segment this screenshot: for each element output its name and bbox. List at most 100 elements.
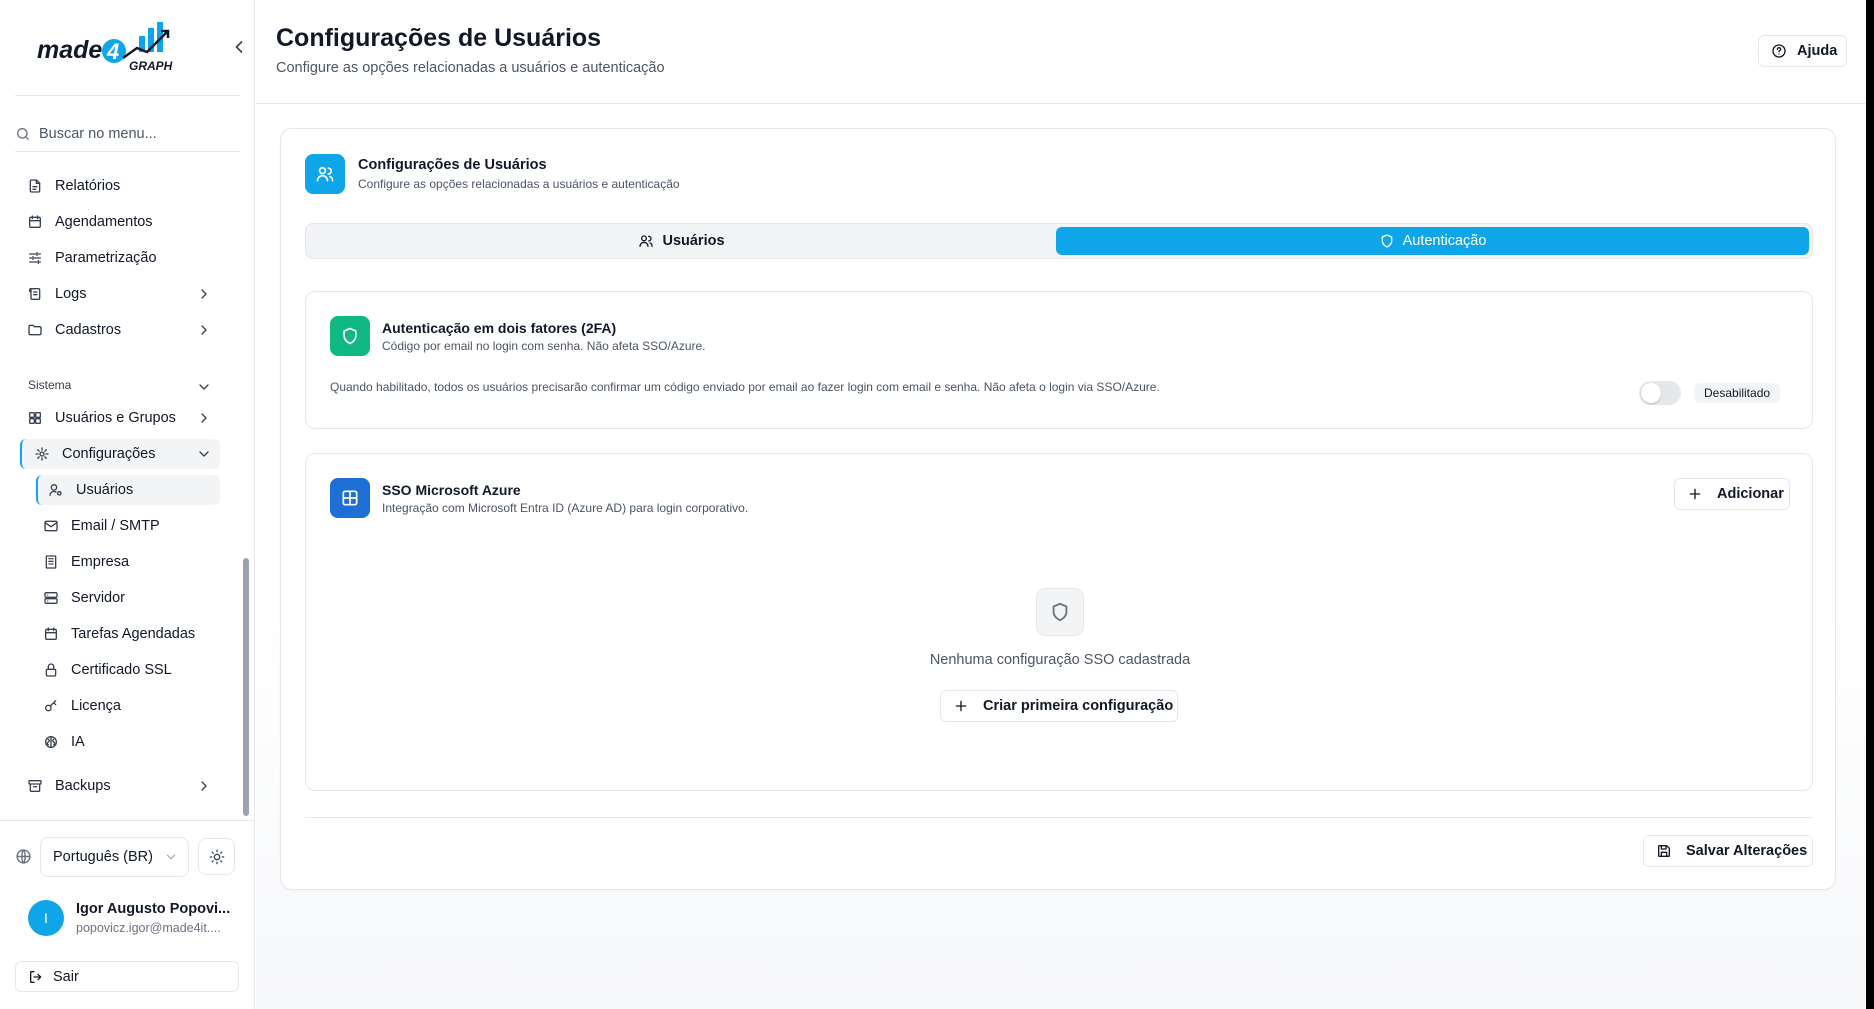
tab-label: Usuários — [662, 233, 725, 249]
shield-icon — [330, 316, 370, 356]
nav-item-ia[interactable]: IA — [36, 727, 220, 757]
nav-item-label: Relatórios — [55, 178, 121, 194]
nav-item-email-smtp[interactable]: Email / SMTP — [36, 511, 220, 541]
building-icon — [43, 554, 59, 570]
brain-icon — [43, 734, 59, 750]
logo-area: made 4 GRAPH — [15, 0, 243, 96]
nav-item-label: Usuários — [76, 482, 134, 498]
add-sso-button[interactable]: Adicionar — [1674, 478, 1790, 510]
collapse-sidebar-icon[interactable] — [229, 37, 249, 57]
nav-item-usuarios-grupos[interactable]: Usuários e Grupos — [20, 403, 220, 433]
archive-icon — [27, 778, 43, 794]
create-first-config-button[interactable]: Criar primeira configuração — [940, 690, 1178, 722]
globe-icon — [15, 848, 32, 865]
divider — [305, 817, 1813, 818]
gear-icon — [34, 446, 50, 462]
nav-item-label: Agendamentos — [55, 214, 153, 230]
empty-state-text: Nenhuma configuração SSO cadastrada — [929, 652, 1191, 668]
nav-item-label: Configurações — [62, 446, 156, 462]
nav-item-empresa[interactable]: Empresa — [36, 547, 220, 577]
mail-icon — [43, 518, 59, 534]
nav-item-config-usuarios[interactable]: Usuários — [36, 475, 220, 505]
sso-section: SSO Microsoft Azure Integração com Micro… — [305, 453, 1813, 791]
twofa-note: Quando habilitado, todos os usuários pre… — [330, 380, 1160, 394]
chevron-right-icon — [196, 410, 212, 426]
shield-icon — [1379, 233, 1395, 249]
search-icon — [15, 126, 31, 142]
add-sso-label: Adicionar — [1717, 486, 1784, 502]
twofa-title: Autenticação em dois fatores (2FA) — [382, 320, 617, 336]
nav-item-label: Licença — [71, 698, 121, 714]
user-email: popovicz.igor@made4it.... — [76, 921, 221, 935]
nav-item-label: Certificado SSL — [71, 662, 172, 678]
calendar-icon — [27, 214, 43, 230]
sidebar-scrollbar[interactable] — [243, 558, 249, 816]
chevron-down-icon — [164, 850, 178, 864]
settings-card: Configurações de Usuários Configure as o… — [280, 128, 1836, 890]
nav-item-tarefas-agendadas[interactable]: Tarefas Agendadas — [36, 619, 220, 649]
nav-item-cadastros[interactable]: Cadastros — [20, 315, 220, 345]
key-icon — [43, 698, 59, 714]
twofa-toggle[interactable] — [1639, 381, 1681, 405]
chevron-right-icon — [196, 286, 212, 302]
nav-item-licenca[interactable]: Licença — [36, 691, 220, 721]
nav-item-label: IA — [71, 734, 85, 750]
plus-icon — [953, 698, 969, 714]
nav-item-label: Logs — [55, 286, 87, 302]
lock-icon — [43, 662, 59, 678]
nav-item-label: Cadastros — [55, 322, 122, 338]
users-icon — [305, 154, 345, 194]
nav-item-servidor[interactable]: Servidor — [36, 583, 220, 613]
status-badge: Desabilitado — [1694, 383, 1781, 403]
sidebar: made 4 GRAPH Relatórios Agendamentos Par… — [0, 0, 255, 1009]
nav-item-logs[interactable]: Logs — [20, 279, 220, 309]
svg-text:made: made — [37, 36, 102, 64]
chevron-right-icon — [196, 778, 212, 794]
save-changes-button[interactable]: Salvar Alterações — [1643, 835, 1813, 867]
page-subtitle: Configure as opções relacionadas a usuár… — [276, 60, 665, 76]
nav-item-label: Servidor — [71, 590, 125, 606]
main-content: Configurações de Usuários Configure as o… — [256, 0, 1866, 1009]
avatar[interactable]: I — [28, 900, 64, 936]
scroll-icon — [27, 286, 43, 302]
chevron-down-icon[interactable] — [196, 379, 212, 395]
save-icon — [1656, 843, 1672, 859]
brand-logo: made 4 GRAPH — [37, 22, 173, 73]
help-circle-icon — [1771, 43, 1787, 59]
save-changes-label: Salvar Alterações — [1686, 843, 1808, 859]
tab-label: Autenticação — [1402, 233, 1487, 249]
tab-usuarios[interactable]: Usuários — [309, 227, 1054, 255]
sun-icon — [209, 849, 225, 865]
card-subtitle: Configure as opções relacionadas a usuár… — [358, 177, 680, 191]
language-select[interactable]: Português (BR) — [40, 837, 189, 877]
svg-text:GRAPH: GRAPH — [129, 59, 173, 73]
nav-item-configuracoes[interactable]: Configurações — [20, 439, 220, 469]
page-header: Configurações de Usuários Configure as o… — [256, 0, 1866, 104]
nav-item-label: Backups — [55, 778, 111, 794]
nav-item-parametrizacao[interactable]: Parametrização — [20, 243, 220, 273]
create-first-config-label: Criar primeira configuração — [983, 698, 1174, 714]
chevron-right-icon — [196, 322, 212, 338]
nav-item-backups[interactable]: Backups — [20, 771, 220, 801]
nav-item-label: Tarefas Agendadas — [71, 626, 196, 642]
logout-button[interactable]: Sair — [15, 961, 239, 992]
nav-item-agendamentos[interactable]: Agendamentos — [20, 207, 220, 237]
theme-toggle-button[interactable] — [198, 838, 235, 875]
svg-text:4: 4 — [106, 39, 119, 64]
nav-item-label: Usuários e Grupos — [55, 410, 176, 426]
tab-list: Usuários Autenticação — [305, 223, 1813, 259]
help-button[interactable]: Ajuda — [1758, 35, 1847, 67]
sso-title: SSO Microsoft Azure — [382, 482, 521, 498]
nav-item-certificado-ssl[interactable]: Certificado SSL — [36, 655, 220, 685]
grid-icon — [27, 410, 43, 426]
server-icon — [43, 590, 59, 606]
window-edge — [1866, 0, 1874, 1009]
user-name: Igor Augusto Popovi... — [76, 901, 231, 917]
tab-autenticacao[interactable]: Autenticação — [1056, 227, 1809, 255]
section-label-sistema: Sistema — [28, 378, 72, 392]
nav-item-relatorios[interactable]: Relatórios — [20, 171, 220, 201]
divider — [0, 820, 254, 821]
nav-item-label: Email / SMTP — [71, 518, 160, 534]
menu-search-input[interactable] — [39, 125, 229, 142]
chevron-down-icon — [196, 446, 212, 462]
